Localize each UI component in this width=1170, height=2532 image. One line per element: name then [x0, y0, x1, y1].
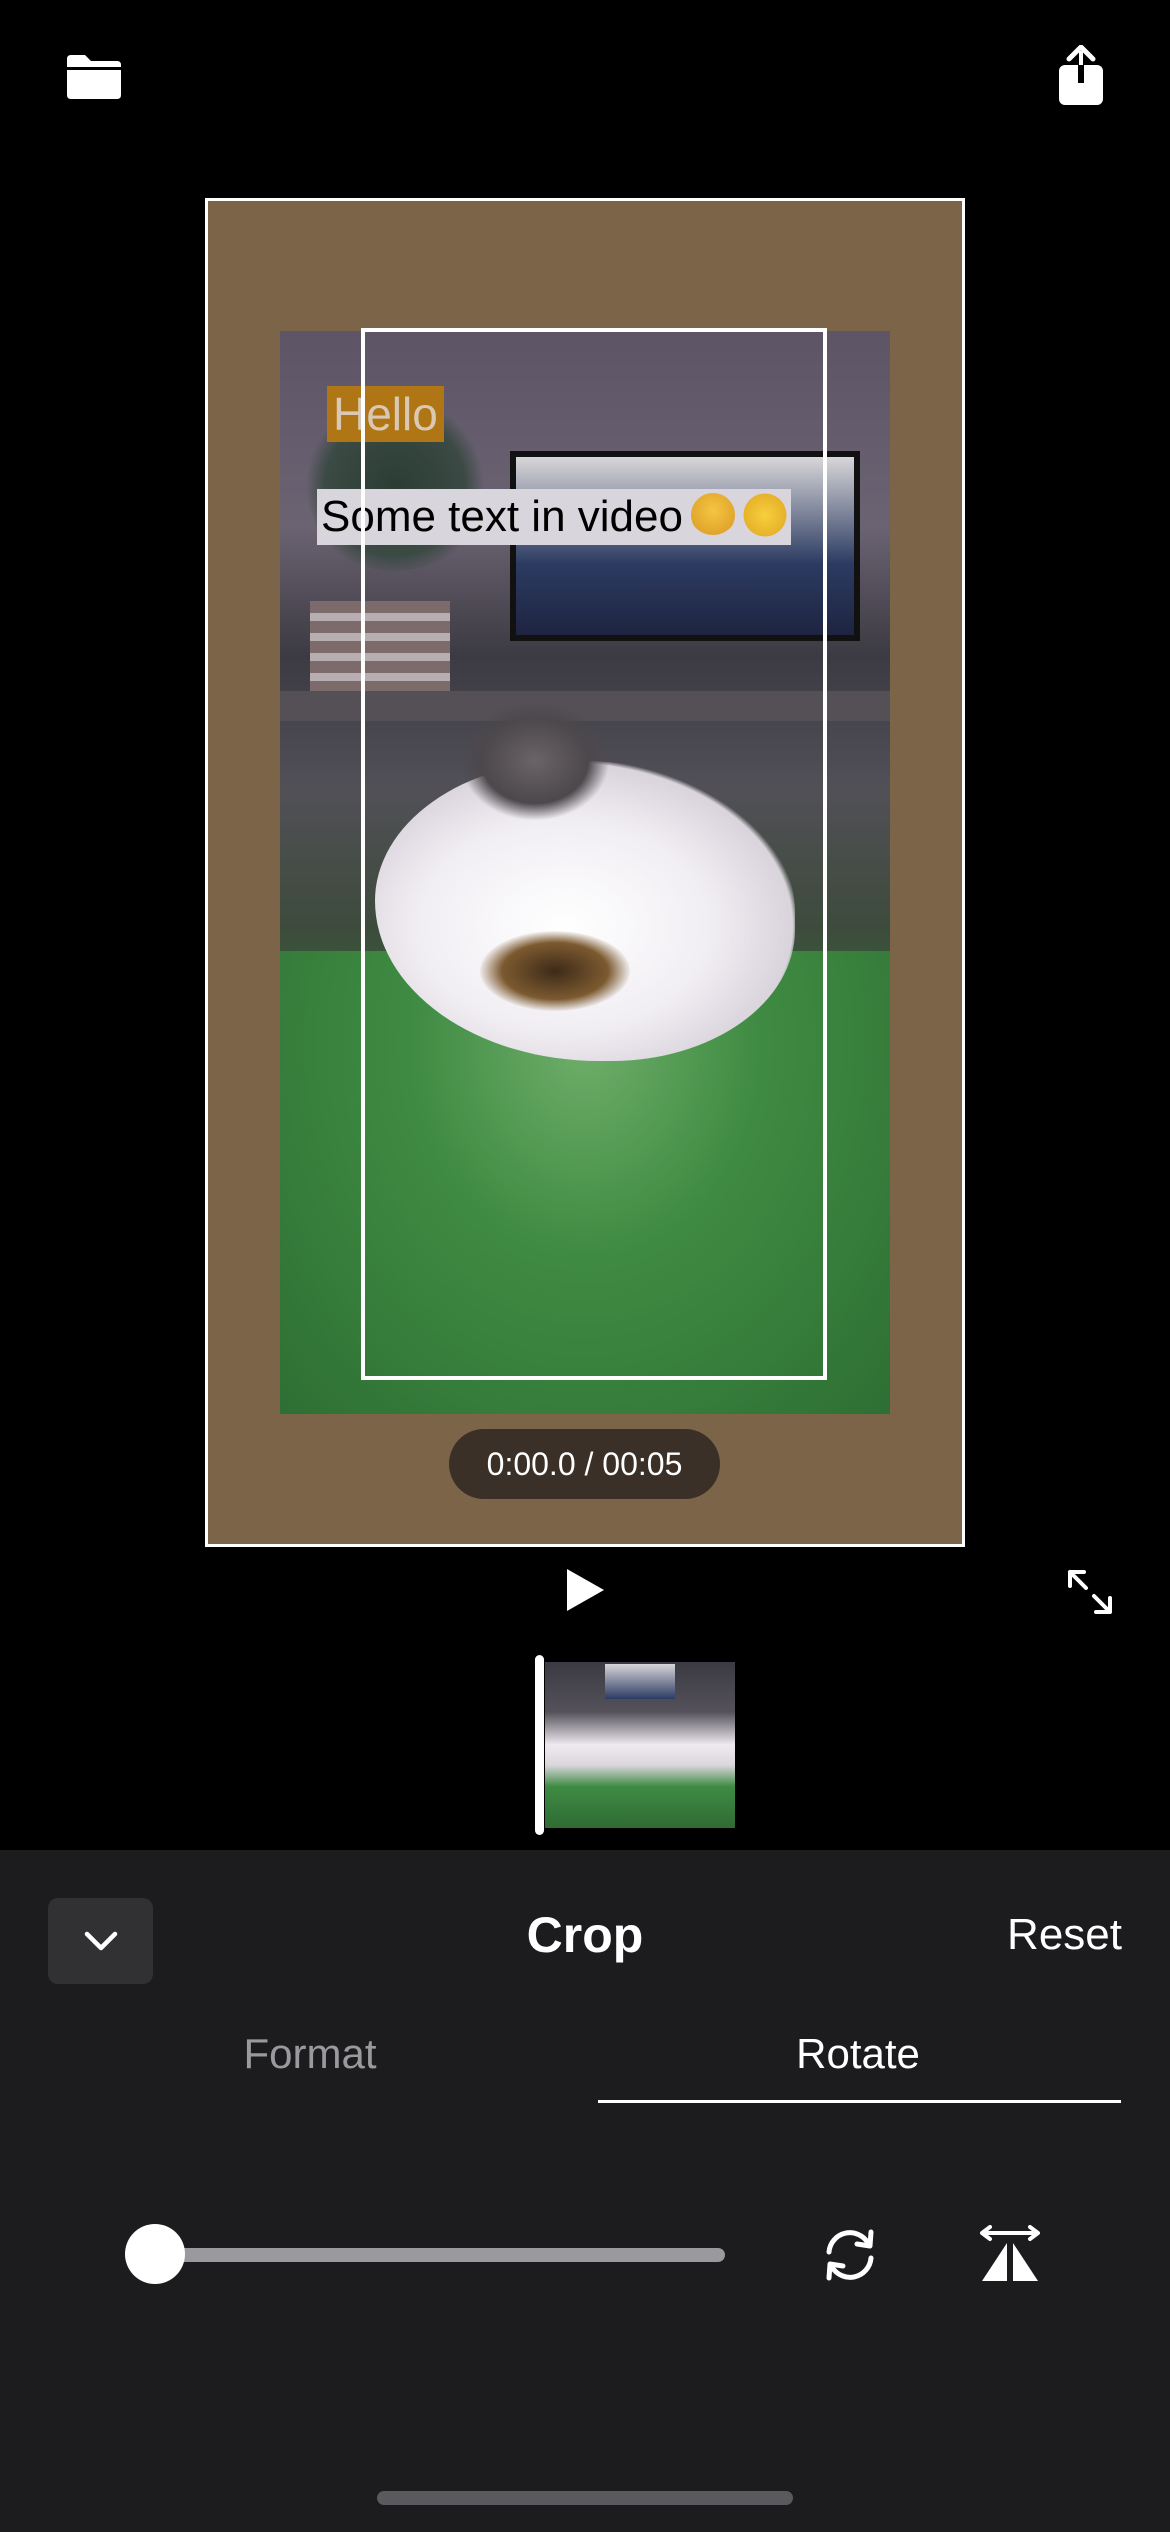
folder-icon [67, 55, 121, 99]
fullscreen-button[interactable] [1060, 1562, 1120, 1622]
time-display: 0:00.0 / 00:05 [449, 1429, 720, 1499]
thumbnail-tv [605, 1664, 675, 1699]
rotation-slider[interactable] [125, 2248, 725, 2262]
share-icon [1059, 45, 1103, 105]
timeline-playhead[interactable] [535, 1655, 544, 1835]
tab-selected-indicator [598, 2100, 1121, 2103]
crop-selection-rectangle[interactable] [361, 328, 827, 1380]
tab-rotate[interactable]: Rotate [598, 2030, 1118, 2078]
rotate-icon [826, 2229, 874, 2281]
play-icon [567, 1569, 604, 1611]
panel-title: Crop [526, 1907, 644, 1963]
timeline-thumbnail[interactable] [545, 1662, 735, 1828]
home-indicator [377, 2491, 793, 2505]
flip-button[interactable] [975, 2222, 1045, 2288]
reset-button[interactable]: Reset [1007, 1910, 1122, 1960]
rotate-button[interactable] [815, 2222, 885, 2288]
rotation-slider-knob[interactable] [125, 2224, 185, 2284]
open-folder-button[interactable] [54, 36, 134, 116]
tab-format[interactable]: Format [50, 2030, 570, 2078]
flip-horizontal-icon [980, 2225, 1040, 2281]
share-button[interactable] [1041, 36, 1121, 116]
expand-icon [1068, 1570, 1112, 1614]
play-button[interactable] [555, 1560, 615, 1620]
